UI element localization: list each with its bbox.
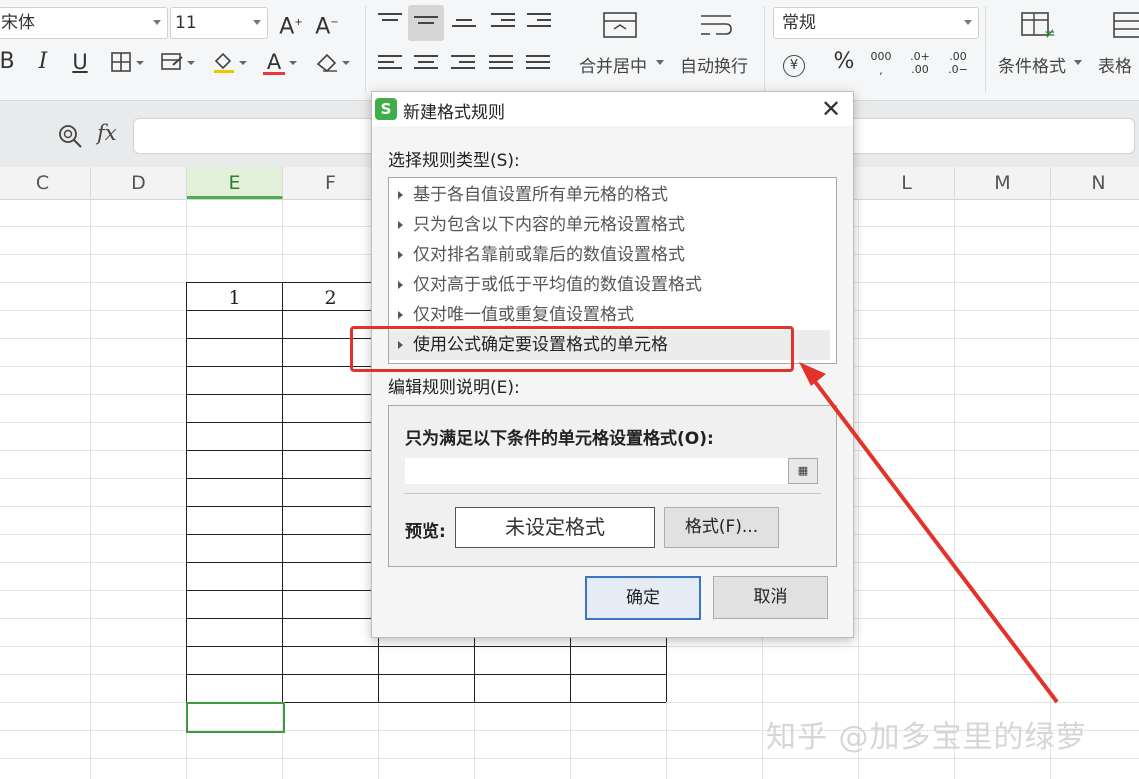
annotation-arrow-icon <box>799 362 1059 704</box>
watermark-text: 知乎 @加多宝里的绿萝 <box>766 720 1087 755</box>
